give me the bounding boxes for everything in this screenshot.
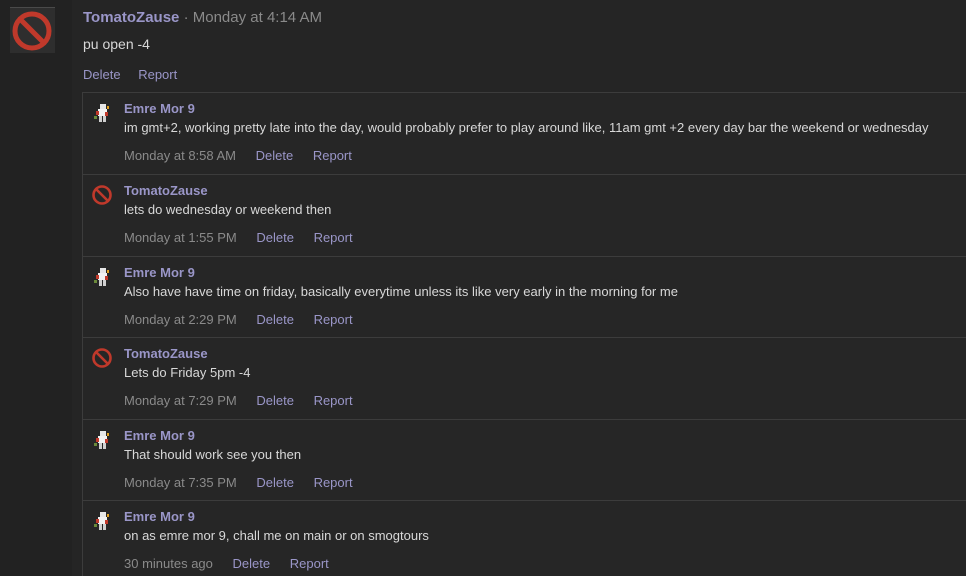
comment-text: im gmt+2, working pretty late into the d… <box>124 120 929 135</box>
comment-delete-button[interactable]: Delete <box>256 230 294 245</box>
sprite-avatar-icon <box>94 431 109 449</box>
comment-text: lets do wednesday or weekend then <box>124 202 332 217</box>
post-delete-button[interactable]: Delete <box>83 67 121 82</box>
comment-text: That should work see you then <box>124 447 302 462</box>
comment-item: TomatoZause lets do wednesday or weekend… <box>83 175 966 257</box>
prohibited-icon <box>12 11 52 51</box>
prohibited-icon <box>92 348 112 368</box>
header-separator: · <box>183 9 189 26</box>
comment-timestamp[interactable]: 30 minutes ago <box>124 556 213 571</box>
comment-report-button[interactable]: Report <box>314 230 353 245</box>
comment-timestamp[interactable]: Monday at 7:35 PM <box>124 475 237 490</box>
comment-text: Also have have time on friday, basically… <box>124 284 678 299</box>
comment-item: Emre Mor 9 on as emre mor 9, chall me on… <box>83 501 966 576</box>
comment-report-button[interactable]: Report <box>314 475 353 490</box>
comment-item: Emre Mor 9 That should work see you then… <box>83 420 966 501</box>
comment-actions: Monday at 7:29 PM Delete Report <box>124 393 369 408</box>
comment-actions: Monday at 1:55 PM Delete Report <box>124 230 369 245</box>
comment-avatar[interactable] <box>91 510 113 532</box>
comment-author[interactable]: Emre Mor 9 <box>124 101 195 116</box>
comment-actions: Monday at 2:29 PM Delete Report <box>124 312 369 327</box>
comment-avatar[interactable] <box>91 429 113 451</box>
post-author-avatar[interactable] <box>10 7 55 53</box>
comment-actions: Monday at 8:58 AM Delete Report <box>124 148 368 163</box>
post-timestamp[interactable]: Monday at 4:14 AM <box>193 9 322 26</box>
sprite-avatar-icon <box>94 104 109 122</box>
post-actions: Delete Report <box>83 67 191 82</box>
comment-avatar[interactable] <box>91 102 113 124</box>
comment-timestamp[interactable]: Monday at 1:55 PM <box>124 230 237 245</box>
comment-report-button[interactable]: Report <box>290 556 329 571</box>
comment-item: TomatoZause Lets do Friday 5pm -4 Monday… <box>83 338 966 420</box>
comment-item: Emre Mor 9 im gmt+2, working pretty late… <box>83 93 966 175</box>
comment-author[interactable]: Emre Mor 9 <box>124 265 195 280</box>
comment-list: Emre Mor 9 im gmt+2, working pretty late… <box>82 92 966 576</box>
comment-text: on as emre mor 9, chall me on main or on… <box>124 528 429 543</box>
comment-delete-button[interactable]: Delete <box>256 148 294 163</box>
comment-author[interactable]: Emre Mor 9 <box>124 428 195 443</box>
comment-timestamp[interactable]: Monday at 7:29 PM <box>124 393 237 408</box>
comment-actions: Monday at 7:35 PM Delete Report <box>124 475 369 490</box>
left-rail <box>0 0 72 576</box>
profile-post-page: TomatoZause · Monday at 4:14 AM pu open … <box>0 0 966 576</box>
comment-delete-button[interactable]: Delete <box>256 393 294 408</box>
sprite-avatar-icon <box>94 268 109 286</box>
comment-timestamp[interactable]: Monday at 8:58 AM <box>124 148 236 163</box>
comment-author[interactable]: Emre Mor 9 <box>124 509 195 524</box>
comment-report-button[interactable]: Report <box>313 148 352 163</box>
comment-text: Lets do Friday 5pm -4 <box>124 365 251 380</box>
post-author-name[interactable]: TomatoZause <box>83 9 179 26</box>
comment-avatar[interactable] <box>91 184 113 206</box>
post-header: TomatoZause · Monday at 4:14 AM <box>83 9 322 27</box>
post-report-button[interactable]: Report <box>138 67 177 82</box>
comment-report-button[interactable]: Report <box>314 312 353 327</box>
prohibited-icon <box>92 185 112 205</box>
comment-report-button[interactable]: Report <box>314 393 353 408</box>
comment-avatar[interactable] <box>91 347 113 369</box>
comment-delete-button[interactable]: Delete <box>256 312 294 327</box>
comment-timestamp[interactable]: Monday at 2:29 PM <box>124 312 237 327</box>
sprite-avatar-icon <box>94 512 109 530</box>
comment-delete-button[interactable]: Delete <box>256 475 294 490</box>
comment-item: Emre Mor 9 Also have have time on friday… <box>83 257 966 338</box>
comment-avatar[interactable] <box>91 266 113 288</box>
comment-author[interactable]: TomatoZause <box>124 183 208 198</box>
comment-actions: 30 minutes ago Delete Report <box>124 556 345 571</box>
comment-author[interactable]: TomatoZause <box>124 346 208 361</box>
post-body: pu open -4 <box>83 36 150 52</box>
comment-delete-button[interactable]: Delete <box>233 556 271 571</box>
